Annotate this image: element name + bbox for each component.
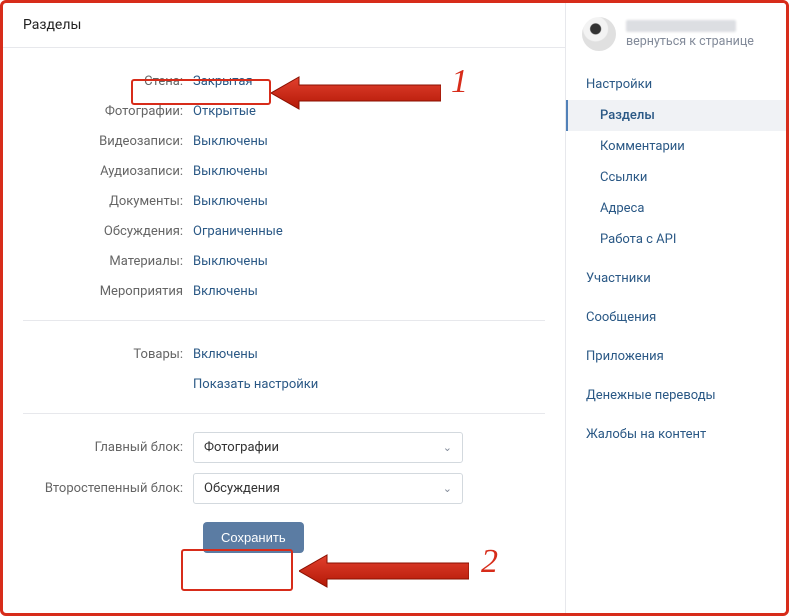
goods-label: Товары: (23, 347, 193, 362)
sidebar-item-8[interactable]: Приложения (566, 341, 786, 372)
setting-label: Документы: (23, 194, 193, 209)
setting-materials-value[interactable]: Выключены (193, 254, 268, 269)
blocks-section: Главный блок: Фотографии ⌄ Второстепенны… (23, 414, 545, 567)
secondary-block-select[interactable]: Обсуждения ⌄ (193, 473, 463, 504)
setting-audio-value[interactable]: Выключены (193, 164, 268, 179)
setting-label: Фотографии: (23, 104, 193, 119)
setting-videos-value[interactable]: Выключены (193, 134, 268, 149)
sidebar-item-9[interactable]: Денежные переводы (566, 380, 786, 411)
profile-name-placeholder (626, 20, 736, 32)
chevron-down-icon: ⌄ (443, 441, 452, 454)
sidebar-item-2[interactable]: Комментарии (566, 131, 786, 162)
back-to-page-link[interactable]: вернуться к странице (626, 34, 754, 49)
main-block-selected: Фотографии (204, 440, 279, 455)
main-block-label: Главный блок: (23, 440, 193, 455)
setting-label: Аудиозаписи: (23, 164, 193, 179)
sidebar-item-7[interactable]: Сообщения (566, 302, 786, 333)
settings-panel: Разделы Стена:Закрытая Фотографии:Открыт… (3, 3, 566, 613)
avatar (582, 17, 616, 51)
sidebar-item-10[interactable]: Жалобы на контент (566, 419, 786, 450)
sidebar-item-4[interactable]: Адреса (566, 193, 786, 224)
sections-list: Стена:Закрытая Фотографии:Открытые Видео… (23, 48, 545, 321)
page-title: Разделы (3, 3, 565, 48)
sidebar: вернуться к странице НастройкиРазделыКом… (566, 3, 786, 613)
sidebar-item-0[interactable]: Настройки (566, 69, 786, 100)
goods-section: Товары:Включены Показать настройки (23, 321, 545, 414)
secondary-block-selected: Обсуждения (204, 481, 280, 496)
secondary-block-label: Второстепенный блок: (23, 481, 193, 496)
setting-label: Стена: (23, 74, 193, 89)
setting-label: Видеозаписи: (23, 134, 193, 149)
sidebar-item-1[interactable]: Разделы (566, 100, 786, 131)
setting-discussions-value[interactable]: Ограниченные (193, 224, 283, 239)
goods-show-settings-link[interactable]: Показать настройки (193, 377, 318, 392)
profile-block[interactable]: вернуться к странице (566, 3, 786, 69)
sidebar-item-3[interactable]: Ссылки (566, 162, 786, 193)
setting-label: Мероприятия (23, 284, 193, 299)
save-button[interactable]: Сохранить (203, 522, 304, 553)
setting-docs-value[interactable]: Выключены (193, 194, 268, 209)
setting-events-value[interactable]: Включены (193, 284, 258, 299)
sidebar-item-6[interactable]: Участники (566, 263, 786, 294)
setting-wall-value[interactable]: Закрытая (193, 74, 253, 89)
setting-photos-value[interactable]: Открытые (193, 104, 256, 119)
goods-value[interactable]: Включены (193, 347, 258, 362)
setting-label: Материалы: (23, 254, 193, 269)
setting-label: Обсуждения: (23, 224, 193, 239)
chevron-down-icon: ⌄ (443, 482, 452, 495)
sidebar-item-5[interactable]: Работа с API (566, 224, 786, 255)
main-block-select[interactable]: Фотографии ⌄ (193, 432, 463, 463)
